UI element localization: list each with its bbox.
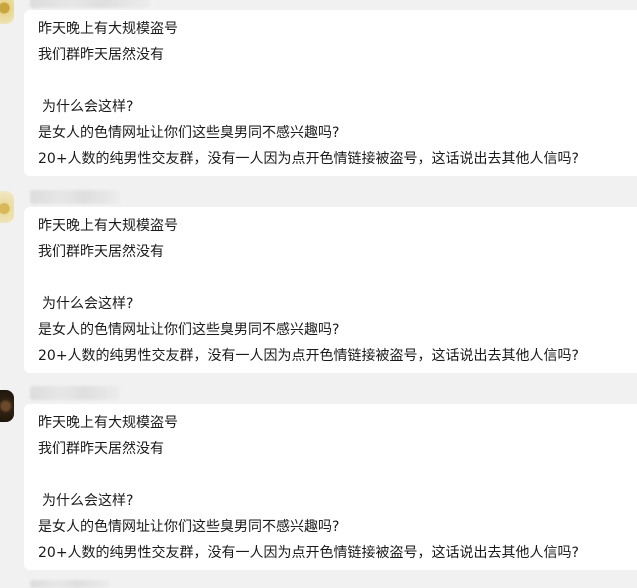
message-line: 20+人数的纯男性交友群，没有一人因为点开色情链接被盗号，这话说出去其他人信吗? [38, 545, 579, 561]
message-line: 我们群昨天居然没有 [38, 441, 164, 457]
message-line: 是女人的色情网址让你们这些臭男同不感兴趣吗? [38, 125, 340, 141]
message-line: 是女人的色情网址让你们这些臭男同不感兴趣吗? [38, 519, 340, 535]
message-line: 为什么会这样? [42, 99, 134, 115]
message-line: 20+人数的纯男性交友群，没有一人因为点开色情链接被盗号，这话说出去其他人信吗? [38, 348, 579, 364]
chat-message-list: 昨天晚上有大规模盗号 我们群昨天居然没有 为什么会这样? 是女人的色情网址让你们… [0, 0, 637, 588]
message-line: 为什么会这样? [42, 493, 134, 509]
avatar[interactable] [0, 390, 14, 422]
message-bubble[interactable]: 昨天晚上有大规模盗号 我们群昨天居然没有 为什么会这样? 是女人的色情网址让你们… [24, 10, 637, 176]
message-bubble[interactable]: 昨天晚上有大规模盗号 我们群昨天居然没有 为什么会这样? 是女人的色情网址让你们… [24, 404, 637, 570]
message-line: 我们群昨天居然没有 [38, 47, 164, 63]
avatar[interactable] [0, 191, 14, 223]
message-line: 是女人的色情网址让你们这些臭男同不感兴趣吗? [38, 322, 340, 338]
message-line: 昨天晚上有大规模盗号 [38, 218, 178, 234]
message-line: 20+人数的纯男性交友群，没有一人因为点开色情链接被盗号，这话说出去其他人信吗? [38, 151, 579, 167]
message-line: 昨天晚上有大规模盗号 [38, 21, 178, 37]
sender-name [30, 190, 120, 204]
message-line: 昨天晚上有大规模盗号 [38, 415, 178, 431]
message-line [38, 265, 637, 291]
next-sender-name [30, 580, 110, 588]
message-line: 我们群昨天居然没有 [38, 244, 164, 260]
avatar[interactable] [0, 0, 14, 24]
message-line [38, 462, 637, 488]
message-bubble[interactable]: 昨天晚上有大规模盗号 我们群昨天居然没有 为什么会这样? 是女人的色情网址让你们… [24, 207, 637, 373]
message-line: 为什么会这样? [42, 296, 134, 312]
sender-name [30, 0, 150, 8]
sender-name [30, 386, 120, 400]
message-line [38, 68, 637, 94]
